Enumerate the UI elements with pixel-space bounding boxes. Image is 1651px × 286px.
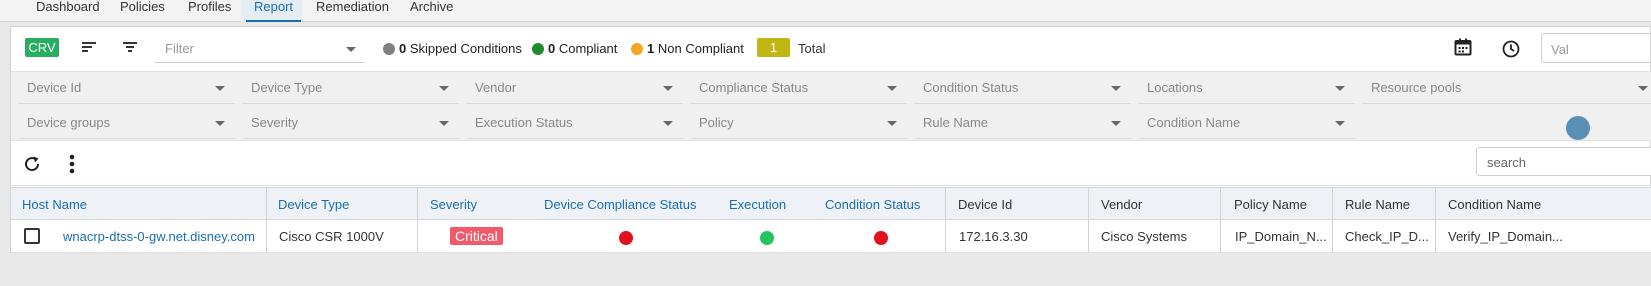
legend-compliant: 0 Compliant [532,41,617,56]
chevron-down-icon [1335,121,1345,126]
col-severity[interactable]: Severity [430,197,477,212]
scroll-right-button[interactable] [1566,116,1590,140]
report-panel: CRV Filter 0 Skipped Conditions 0 Compli… [10,26,1651,253]
filter-list-icon[interactable] [122,39,138,58]
table-row: wnacrp-dtss-0-gw.net.disney.com Cisco CS… [11,220,1651,253]
chevron-down-icon [439,86,449,91]
column-divider [945,188,946,221]
time-range-input[interactable]: Val [1541,33,1651,63]
filter-compliance-status[interactable]: Compliance Status [691,72,907,104]
condition-status-dot-icon [874,231,888,245]
refresh-icon[interactable] [23,155,41,176]
more-vert-icon[interactable] [69,154,75,177]
search-placeholder: search [1487,155,1527,170]
col-rule-name[interactable]: Rule Name [1345,197,1410,212]
total-label: Total [798,41,826,56]
col-device-compliance-status[interactable]: Device Compliance Status [544,197,696,212]
chevron-down-icon [1638,86,1648,91]
column-divider [1088,220,1089,253]
table-actions: search [11,142,1651,186]
chevron-down-icon [346,47,356,52]
filter-locations[interactable]: Locations [1139,72,1355,104]
filter-device-groups[interactable]: Device groups [19,107,235,139]
tab-remediation[interactable]: Remediation [316,0,389,21]
filter-condition-name[interactable]: Condition Name [1139,107,1355,139]
col-device-id[interactable]: Device Id [958,197,1012,212]
time-range-placeholder: Val [1551,42,1569,57]
compliant-dot-icon [532,43,544,55]
column-divider [1220,220,1221,253]
vendor-cell: Cisco Systems [1101,229,1187,244]
search-input[interactable]: search [1476,147,1651,176]
skipped-dot-icon [383,43,395,55]
chevron-down-icon [887,121,897,126]
chevron-down-icon [439,121,449,126]
column-divider [1435,188,1436,221]
condition-name-cell: Verify_IP_Domain... [1448,229,1563,244]
tab-profiles[interactable]: Profiles [188,0,231,21]
filter-resource-pools[interactable]: Resource pools [1363,72,1651,104]
total-count-badge: 1 [757,38,790,57]
column-divider [1332,188,1333,221]
filter-select[interactable]: Filter [155,33,364,63]
crv-badge[interactable]: CRV [25,38,59,57]
column-divider [1088,188,1089,221]
filter-condition-status[interactable]: Condition Status [915,72,1131,104]
chevron-down-icon [215,86,225,91]
severity-badge: Critical [450,227,503,245]
chevron-down-icon [663,121,673,126]
column-divider [1220,188,1221,221]
legend-skipped: 0 Skipped Conditions [383,41,522,56]
clock-icon[interactable] [1502,40,1520,61]
filter-vendor[interactable]: Vendor [467,72,683,104]
col-condition-name[interactable]: Condition Name [1448,197,1541,212]
chevron-down-icon [887,86,897,91]
col-host-name[interactable]: Host Name [22,197,87,212]
top-nav: Dashboard Policies Profiles Report Remed… [0,0,1651,22]
row-checkbox[interactable] [24,228,40,244]
filter-placeholder: Filter [165,41,194,56]
column-divider [266,188,267,221]
tab-dashboard[interactable]: Dashboard [36,0,100,21]
device-type-cell: Cisco CSR 1000V [279,229,384,244]
filter-execution-status[interactable]: Execution Status [467,107,683,139]
compliance-status-dot-icon [619,231,633,245]
tab-archive[interactable]: Archive [410,0,453,21]
column-divider [266,220,267,253]
calendar-icon[interactable] [1454,38,1472,59]
sort-icon[interactable] [81,39,97,58]
filter-device-type[interactable]: Device Type [243,72,459,104]
filter-severity[interactable]: Severity [243,107,459,139]
filter-policy[interactable]: Policy [691,107,907,139]
column-divider [1435,220,1436,253]
col-policy-name[interactable]: Policy Name [1234,197,1307,212]
chevron-down-icon [1111,86,1121,91]
rule-name-cell: Check_IP_D... [1345,229,1429,244]
chevron-down-icon [1335,86,1345,91]
filter-grid: Device Id Device Type Vendor Compliance … [11,71,1651,141]
tab-policies[interactable]: Policies [120,0,165,21]
col-execution[interactable]: Execution [729,197,786,212]
col-device-type[interactable]: Device Type [278,197,349,212]
filter-rule-name[interactable]: Rule Name [915,107,1131,139]
legend-non-compliant: 1 Non Compliant [631,41,744,56]
tab-report[interactable]: Report [245,0,302,22]
column-divider [945,220,946,253]
non-compliant-dot-icon [631,43,643,55]
table-header: Host Name Device Type Severity Device Co… [11,187,1651,221]
column-divider [1332,220,1333,253]
device-id-cell: 172.16.3.30 [959,229,1028,244]
column-divider [417,220,418,253]
chevron-down-icon [215,121,225,126]
host-name-link[interactable]: wnacrp-dtss-0-gw.net.disney.com [63,229,255,244]
execution-status-dot-icon [760,231,774,245]
chevron-down-icon [663,86,673,91]
policy-name-cell: IP_Domain_N... [1235,229,1327,244]
filter-device-id[interactable]: Device Id [19,72,235,104]
chevron-down-icon [1111,121,1121,126]
col-vendor[interactable]: Vendor [1101,197,1142,212]
col-condition-status[interactable]: Condition Status [825,197,920,212]
column-divider [417,188,418,221]
